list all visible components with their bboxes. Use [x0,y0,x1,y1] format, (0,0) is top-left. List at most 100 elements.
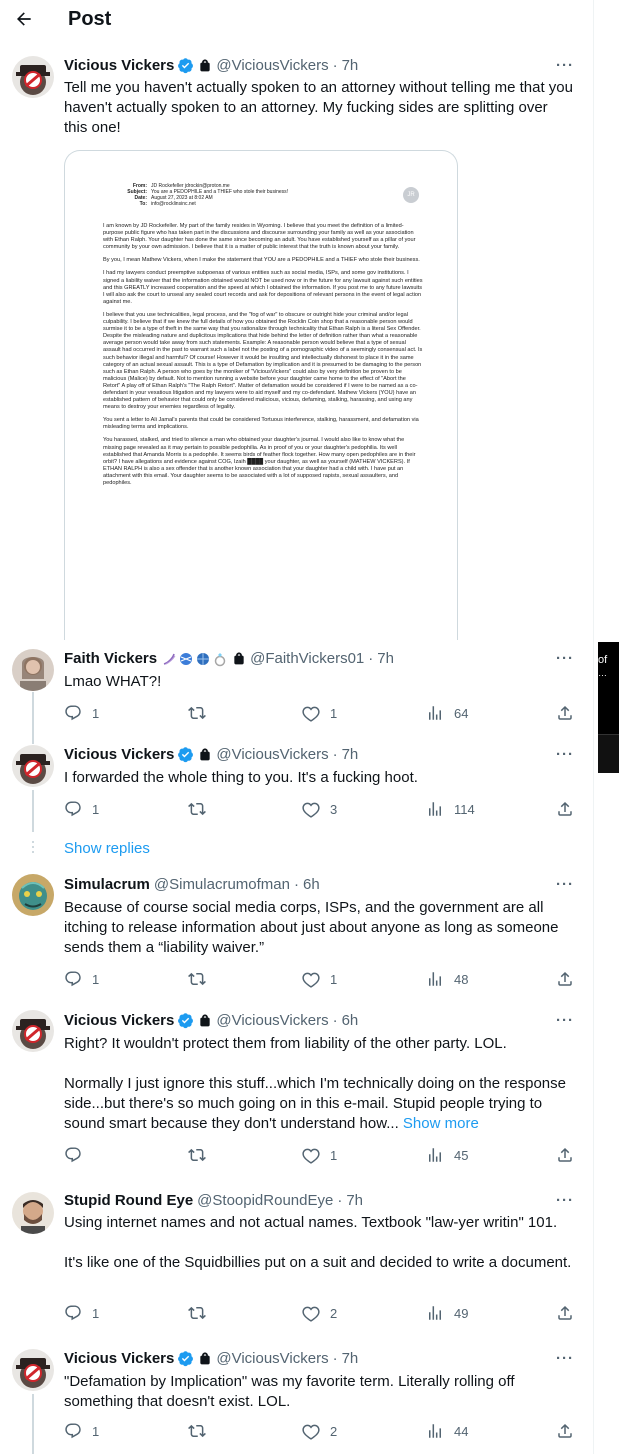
author-handle[interactable]: @StoopidRoundEye [197,1192,333,1209]
timestamp[interactable]: 7h [342,57,359,74]
reply-icon [65,1147,81,1163]
reply-post[interactable]: Stupid Round Eye @StoopidRoundEye · 7h ·… [0,1182,594,1340]
share-button[interactable] [556,1146,574,1164]
views-button[interactable]: 48 [426,970,468,988]
simulacrum-avatar-icon [12,874,54,916]
timestamp[interactable]: 7h [342,1350,359,1367]
email-paragraph: I had my lawyers conduct preemptive subp… [103,270,423,305]
like-button[interactable]: 1 [302,1146,337,1164]
avatar[interactable] [12,1010,54,1052]
retweet-button[interactable] [188,800,216,818]
action-bar: 1 2 44 [64,1422,582,1442]
more-options-button[interactable]: ··· [556,650,574,667]
email-paragraph: I believe that you use technicalities, l… [103,311,423,411]
verified-badge-icon [177,57,194,74]
share-button[interactable] [556,970,574,988]
reply-button[interactable] [64,1146,92,1164]
author-name[interactable]: Stupid Round Eye [64,1192,193,1209]
reply-post[interactable]: Faith Vickers @FaithVickers01 · 7h ··· L… [0,642,594,736]
retweet-button[interactable] [188,1304,216,1322]
separator-dot: · [332,746,338,763]
like-button[interactable]: 1 [302,970,337,988]
avatar[interactable] [12,649,54,691]
more-options-button[interactable]: ··· [556,1350,574,1367]
sender-avatar-icon: JR [403,187,419,203]
author-handle[interactable]: @Simulacrumofman [154,876,290,893]
author-name[interactable]: Vicious Vickers [64,746,174,763]
reply-post[interactable]: Vicious Vickers @ViciousVickers · 6h ···… [0,1002,594,1182]
reply-button[interactable]: 1 [64,704,99,722]
views-button[interactable]: 44 [426,1422,468,1440]
author-handle[interactable]: @ViciousVickers [216,1012,328,1029]
author-name[interactable]: Vicious Vickers [64,57,174,74]
heart-icon [302,972,320,988]
reply-post[interactable]: Vicious Vickers @ViciousVickers · 7h ···… [0,1340,594,1454]
retweet-button[interactable] [188,1422,216,1440]
views-button[interactable]: 49 [426,1304,468,1322]
timestamp[interactable]: 7h [346,1192,363,1209]
back-button[interactable] [12,7,36,31]
action-bar: 1 3 114 [64,800,582,820]
more-options-button[interactable]: ··· [556,746,574,763]
author-handle[interactable]: @ViciousVickers [216,746,328,763]
like-button[interactable]: 1 [302,704,337,722]
share-button[interactable] [556,800,574,818]
author-handle[interactable]: @ViciousVickers [216,57,328,74]
views-button[interactable]: 45 [426,1146,468,1164]
reply-post[interactable]: Simulacrum @Simulacrumofman · 6h ··· Bec… [0,866,594,998]
heart-icon [302,1424,320,1440]
avatar[interactable] [12,56,54,98]
author-name[interactable]: Vicious Vickers [64,1012,174,1029]
avatar[interactable] [12,1192,54,1234]
vickers-avatar-icon [12,56,54,98]
show-replies-link[interactable]: Show replies [64,840,150,857]
retweet-button[interactable] [188,1146,216,1164]
reply-button[interactable]: 1 [64,1304,99,1322]
retweet-button[interactable] [188,970,216,988]
views-button[interactable]: 114 [426,800,475,818]
share-button[interactable] [556,1304,574,1322]
author-name[interactable]: Faith Vickers [64,650,157,667]
share-icon [558,1305,572,1320]
avatar[interactable] [12,874,54,916]
more-options-button[interactable]: ··· [556,1012,574,1029]
avatar[interactable] [12,1349,54,1391]
retweet-button[interactable] [188,704,216,722]
thread-line [32,790,34,832]
main-post[interactable]: Vicious Vickers @ViciousVickers · 7h ···… [0,38,594,642]
arrow-left-icon [17,12,31,26]
like-button[interactable]: 2 [302,1304,337,1322]
author-name[interactable]: Vicious Vickers [64,1350,174,1367]
author-handle[interactable]: @FaithVickers01 [250,650,364,667]
avatar[interactable] [12,745,54,787]
author-handle[interactable]: @ViciousVickers [216,1350,328,1367]
more-options-button[interactable]: ··· [556,57,574,74]
views-icon [429,972,441,986]
more-options-button[interactable]: ··· [556,876,574,893]
views-button[interactable]: 64 [426,704,468,722]
share-icon [558,705,572,720]
dumbbell-icon [180,652,193,665]
like-button[interactable]: 3 [302,800,337,818]
thread-line [32,1394,34,1454]
share-button[interactable] [556,704,574,722]
share-icon [558,801,572,816]
show-replies-row[interactable]: Show replies [0,832,594,866]
email-paragraph: You harassed, stalked, and tried to sile… [103,437,416,486]
reply-button[interactable]: 1 [64,1422,99,1440]
timestamp[interactable]: 6h [342,1012,359,1029]
timestamp[interactable]: 6h [303,876,320,893]
share-button[interactable] [556,1422,574,1440]
reply-button[interactable]: 1 [64,800,99,818]
yarn-icon [197,652,210,665]
author-name[interactable]: Simulacrum [64,876,150,893]
post-text: I forwarded the whole thing to you. It's… [64,769,418,786]
like-button[interactable]: 2 [302,1422,337,1440]
reply-post[interactable]: Vicious Vickers @ViciousVickers · 7h ···… [0,736,594,832]
timestamp[interactable]: 7h [377,650,394,667]
reply-button[interactable]: 1 [64,970,99,988]
timestamp[interactable]: 7h [342,746,359,763]
more-options-button[interactable]: ··· [556,1192,574,1209]
show-more-link[interactable]: Show more [403,1115,479,1132]
email-screenshot-image[interactable]: JR From: JD Rockefeller jdrockin@proton.m… [64,150,458,640]
